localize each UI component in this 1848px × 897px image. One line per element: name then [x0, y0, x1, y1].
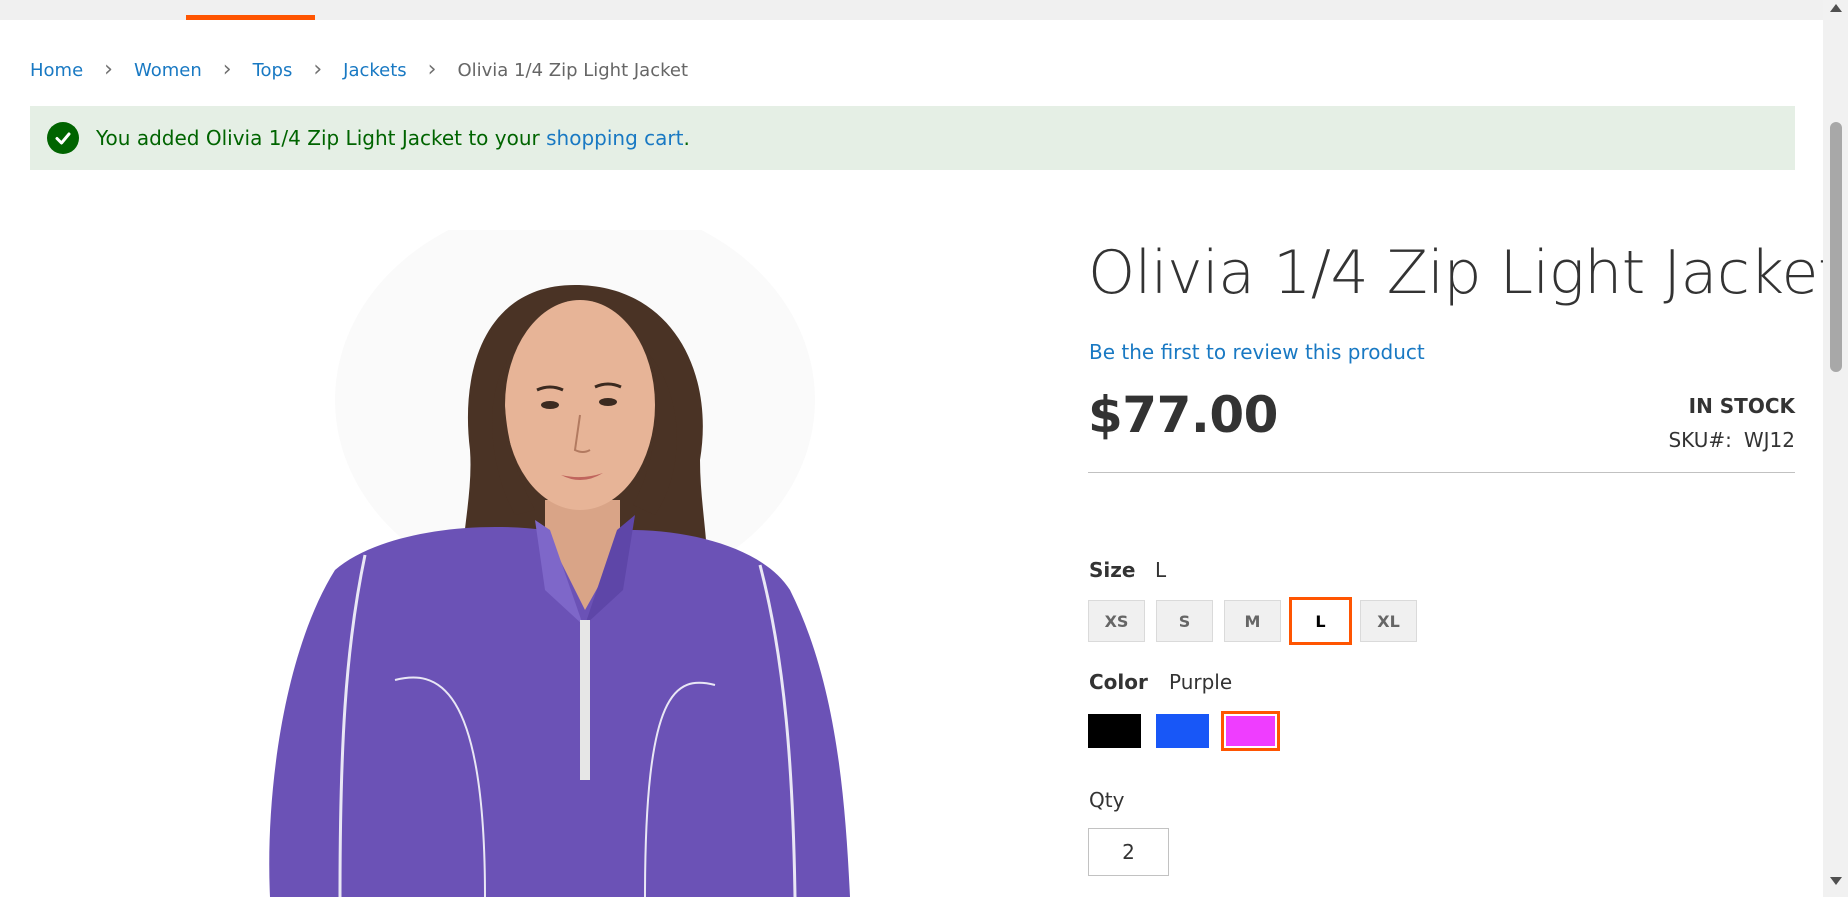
- success-message-prefix: You added Olivia 1/4 Zip Light Jacket to…: [96, 126, 547, 150]
- chevron-right-icon: ›: [313, 57, 323, 82]
- chevron-right-icon: ›: [222, 57, 232, 82]
- scrollbar-thumb[interactable]: [1830, 122, 1842, 372]
- size-label: Size: [1089, 558, 1136, 582]
- chevron-right-icon: ›: [427, 57, 437, 82]
- qty-label: Qty: [1089, 788, 1125, 812]
- sku-value: WJ12: [1743, 428, 1795, 452]
- color-selected-value: Purple: [1169, 670, 1233, 694]
- color-options: [1088, 711, 1292, 751]
- product-image[interactable]: [245, 230, 885, 897]
- breadcrumb: Home › Women › Tops › Jackets › Olivia 1…: [30, 57, 688, 83]
- success-message-text: You added Olivia 1/4 Zip Light Jacket to…: [96, 126, 690, 150]
- active-nav-indicator: [186, 15, 315, 20]
- stock-status: IN STOCK: [1688, 394, 1795, 418]
- breadcrumb-tops[interactable]: Tops: [253, 60, 293, 81]
- sku: SKU#: WJ12: [1668, 428, 1795, 452]
- shopping-cart-link[interactable]: shopping cart: [546, 126, 683, 150]
- size-option-xl[interactable]: XL: [1360, 600, 1417, 642]
- checkmark-icon: [47, 122, 79, 154]
- size-option-xs[interactable]: XS: [1088, 600, 1145, 642]
- sku-label: SKU#:: [1668, 428, 1732, 452]
- scroll-down-arrow-icon[interactable]: [1830, 877, 1842, 885]
- qty-input[interactable]: [1088, 828, 1169, 876]
- color-label: Color: [1089, 670, 1148, 694]
- scroll-up-arrow-icon[interactable]: [1830, 4, 1842, 12]
- breadcrumb-home[interactable]: Home: [30, 60, 83, 81]
- success-message: You added Olivia 1/4 Zip Light Jacket to…: [30, 106, 1795, 170]
- divider: [1088, 472, 1795, 473]
- scrollbar[interactable]: [1823, 0, 1848, 897]
- success-message-suffix: .: [683, 126, 690, 150]
- size-option-s[interactable]: S: [1156, 600, 1213, 642]
- color-option-black[interactable]: [1088, 714, 1141, 748]
- size-options: XS S M L XL: [1088, 597, 1428, 645]
- breadcrumb-women[interactable]: Women: [134, 60, 202, 81]
- color-option-blue[interactable]: [1156, 714, 1209, 748]
- product-price: $77.00: [1088, 386, 1278, 444]
- size-option-m[interactable]: M: [1224, 600, 1281, 642]
- size-selected-value: L: [1155, 558, 1167, 582]
- color-option-purple[interactable]: [1221, 711, 1280, 751]
- top-nav-bar: [0, 0, 1823, 20]
- chevron-right-icon: ›: [104, 57, 113, 82]
- breadcrumb-jackets[interactable]: Jackets: [343, 60, 407, 81]
- product-title: Olivia 1/4 Zip Light Jacket: [1088, 238, 1841, 308]
- review-link[interactable]: Be the first to review this product: [1089, 340, 1425, 364]
- size-option-l[interactable]: L: [1289, 597, 1352, 645]
- breadcrumb-current: Olivia 1/4 Zip Light Jacket: [457, 59, 689, 81]
